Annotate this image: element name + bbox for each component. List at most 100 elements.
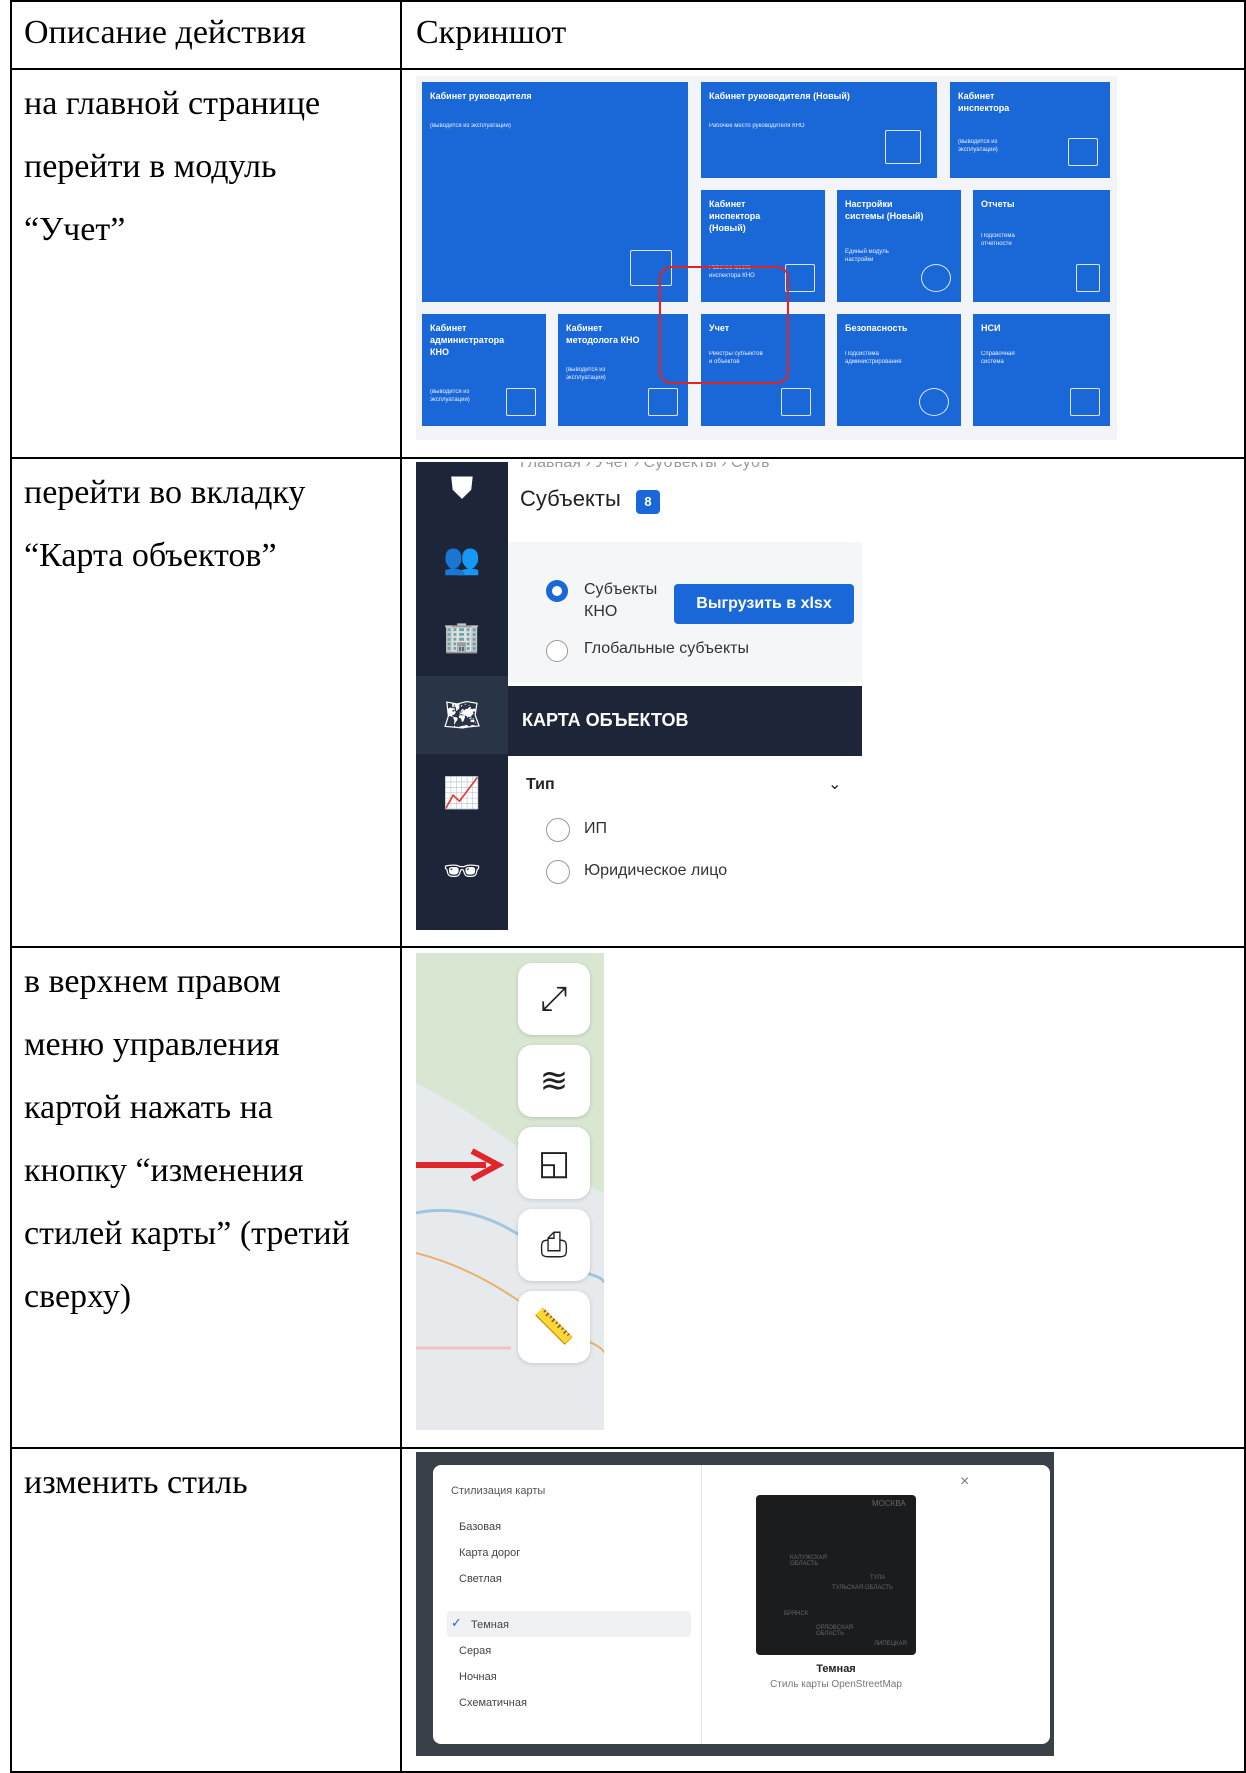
tile-manager-cabinet-new[interactable]: Кабинет руководителя (Новый) Рабочее мес… bbox=[701, 82, 937, 178]
table-row-divider bbox=[10, 457, 1246, 459]
tile-title: Отчеты bbox=[981, 199, 1015, 209]
tile-reports[interactable]: Отчеты Подсистема отчетности bbox=[973, 190, 1110, 302]
tile-subtitle: (выводится из эксплуатации) bbox=[430, 123, 511, 129]
tile-title: НСИ bbox=[981, 323, 1001, 333]
map-tab-label: КАРТА ОБЪЕКТОВ bbox=[522, 710, 689, 730]
monitor-icon bbox=[506, 388, 536, 416]
layers-button[interactable]: ≋ bbox=[518, 1045, 590, 1117]
count-badge: 8 bbox=[636, 490, 660, 514]
building-icon[interactable]: 🏢 bbox=[416, 598, 508, 676]
step-1-text: на главной странице перейти в модуль “Уч… bbox=[24, 85, 321, 248]
tile-system-settings[interactable]: Настройки системы (Новый) Единый модуль … bbox=[837, 190, 961, 302]
monitor-icon bbox=[648, 388, 678, 416]
tile-inspector-cabinet[interactable]: Кабинет инспектора (выводится из эксплуа… bbox=[950, 82, 1110, 178]
step-3-text: в верхнем правом меню управления картой … bbox=[24, 963, 350, 1315]
tile-title: Настройки системы (Новый) bbox=[845, 199, 924, 221]
style-option-selected[interactable]: Темная bbox=[471, 1619, 509, 1631]
print-button[interactable]: ⎙ bbox=[518, 1209, 590, 1281]
red-arrow-icon bbox=[416, 1148, 505, 1182]
screenshot-style-dialog: Стилизация карты ✓ Базовая Карта дорог С… bbox=[416, 1452, 1054, 1756]
tile-subtitle: (выводится из эксплуатации) bbox=[430, 389, 470, 403]
radio-selected[interactable] bbox=[546, 580, 568, 602]
filter-type-label: Тип bbox=[526, 776, 555, 793]
tile-subtitle: Подсистема администрирования bbox=[845, 351, 902, 365]
dialog-title: Стилизация карты bbox=[451, 1485, 546, 1497]
table-column-divider bbox=[400, 0, 402, 1773]
screenshot-subjects-page: ⛊ 👥 🏢 🗺 📈 🕶 Главная › Учет › Субъекты › … bbox=[416, 462, 862, 930]
map-label: КАЛУЖСКАЯ ОБЛАСТЬ bbox=[790, 1555, 828, 1567]
report-icon bbox=[1076, 264, 1100, 292]
dialog-divider bbox=[701, 1465, 702, 1744]
breadcrumb: Главная › Учет › Субъекты › Субъ bbox=[520, 462, 770, 471]
monitor-icon bbox=[1068, 138, 1098, 166]
preview-subtitle: Стиль карты OpenStreetMap bbox=[770, 1679, 902, 1690]
tile-subtitle: Единый модуль настройки bbox=[845, 249, 889, 263]
map-label: ТУЛЬСКАЯ ОБЛАСТЬ bbox=[832, 1585, 893, 1591]
shield-gear-icon bbox=[919, 388, 949, 416]
radio-unselected[interactable] bbox=[546, 640, 568, 662]
map-preview: МОСКВА КАЛУЖСКАЯ ОБЛАСТЬ ТУЛА ТУЛЬСКАЯ О… bbox=[756, 1495, 916, 1655]
radio-label-global: Глобальные субъекты bbox=[584, 640, 749, 657]
tile-title: Кабинет методолога КНО bbox=[566, 323, 640, 345]
style-option[interactable]: Карта дорог bbox=[459, 1547, 520, 1559]
preview-title: Темная bbox=[816, 1663, 856, 1675]
close-icon[interactable]: × bbox=[960, 1473, 969, 1491]
tile-manager-cabinet[interactable]: Кабинет руководителя (выводится из экспл… bbox=[422, 82, 688, 302]
tile-subtitle: Справочная система bbox=[981, 351, 1015, 365]
tile-admin-cabinet[interactable]: Кабинет администратора КНО (выводится из… bbox=[422, 314, 546, 426]
tile-title: Кабинет инспектора bbox=[958, 91, 1010, 113]
chart-icon[interactable]: 📈 bbox=[416, 754, 508, 832]
style-option[interactable]: Схематичная bbox=[459, 1697, 527, 1709]
table-row-divider bbox=[10, 1447, 1246, 1449]
tile-subtitle: Рабочее место руководителя КНО bbox=[709, 123, 805, 129]
tile-subtitle: (выводится из эксплуатации) bbox=[958, 139, 998, 153]
tile-title: Кабинет администратора КНО bbox=[430, 323, 505, 357]
style-option[interactable]: Базовая bbox=[459, 1521, 501, 1533]
table-border-top bbox=[10, 0, 1246, 2]
map-label: ЛИПЕЦКАЯ bbox=[874, 1641, 907, 1647]
map-icon[interactable]: 🗺 bbox=[416, 676, 508, 754]
tile-subtitle: Подсистема отчетности bbox=[981, 233, 1015, 247]
map-style-button[interactable]: ◱ bbox=[518, 1127, 590, 1199]
radio-ip[interactable] bbox=[546, 818, 570, 842]
table-border-left bbox=[10, 0, 12, 1773]
chevron-down-icon[interactable]: ⌄ bbox=[828, 774, 841, 794]
ruler-button[interactable]: 📏 bbox=[518, 1291, 590, 1363]
tile-title: Кабинет инспектора (Новый) bbox=[709, 199, 761, 233]
table-row-divider bbox=[10, 68, 1246, 70]
tile-subtitle: (выводится из эксплуатации) bbox=[566, 367, 606, 381]
export-xlsx-button[interactable]: Выгрузить в xlsx bbox=[674, 584, 854, 624]
tile-security[interactable]: Безопасность Подсистема администрировани… bbox=[837, 314, 961, 426]
monitor-icon bbox=[785, 264, 815, 292]
map-tab[interactable]: КАРТА ОБЪЕКТОВ bbox=[508, 686, 862, 756]
tile-title: Кабинет руководителя bbox=[430, 91, 532, 101]
style-option[interactable]: Серая bbox=[459, 1645, 491, 1657]
table-row-divider bbox=[10, 946, 1246, 948]
style-option[interactable]: Светлая bbox=[459, 1573, 502, 1585]
monitor-icon bbox=[885, 130, 921, 164]
map-style-dialog: Стилизация карты ✓ Базовая Карта дорог С… bbox=[433, 1465, 1050, 1744]
style-option[interactable]: Ночная bbox=[459, 1671, 497, 1683]
header-description: Описание действия bbox=[24, 14, 306, 51]
registry-icon bbox=[781, 388, 811, 416]
registry-icon bbox=[1070, 388, 1100, 416]
gear-icon bbox=[921, 264, 951, 292]
fullscreen-button[interactable]: ⤢ bbox=[518, 963, 590, 1035]
tile-nsi[interactable]: НСИ Справочная система bbox=[973, 314, 1110, 426]
tile-title: Кабинет руководителя (Новый) bbox=[709, 91, 850, 101]
incognito-icon[interactable]: 🕶 bbox=[416, 832, 508, 910]
map-label: ОРЛОВСКАЯ ОБЛАСТЬ bbox=[816, 1625, 853, 1637]
screenshot-map-controls: ⤢ ≋ ◱ ⎙ 📏 bbox=[416, 953, 604, 1430]
check-icon: ✓ bbox=[451, 1615, 462, 1630]
tile-title: Безопасность bbox=[845, 323, 908, 333]
option-ip: ИП bbox=[584, 820, 607, 837]
users-icon[interactable]: 👥 bbox=[416, 520, 508, 598]
step-2-text: перейти во вкладку “Карта объектов” bbox=[24, 474, 306, 574]
sidebar: ⛊ 👥 🏢 🗺 📈 🕶 bbox=[416, 462, 508, 930]
header-screenshot: Скриншот bbox=[416, 14, 567, 51]
radio-legal[interactable] bbox=[546, 860, 570, 884]
radio-label-kno: Субъекты КНО bbox=[584, 581, 658, 620]
map-label: ТУЛА bbox=[870, 1575, 886, 1581]
logo-icon: ⛊ bbox=[450, 472, 474, 505]
map-label: БРЯНСК bbox=[784, 1611, 809, 1617]
